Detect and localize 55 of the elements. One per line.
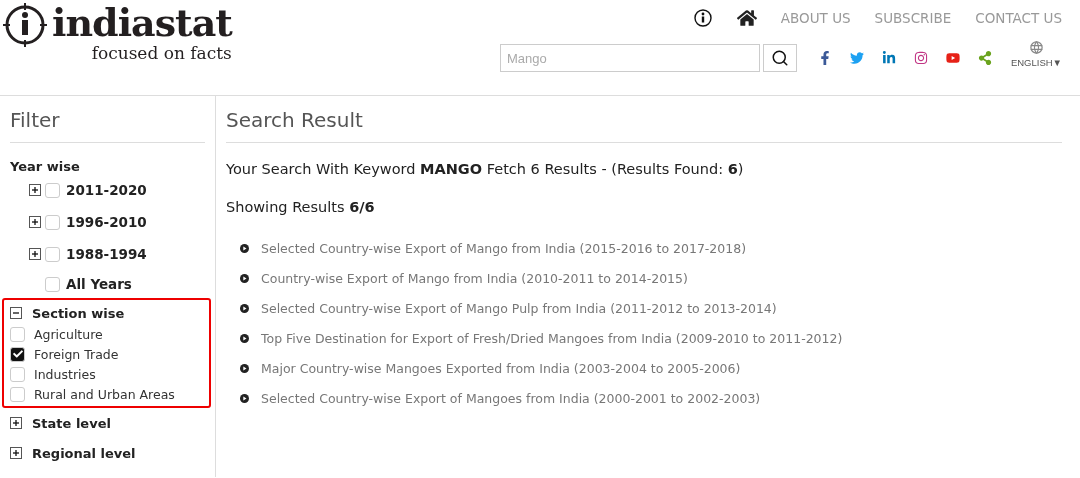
checkbox[interactable] xyxy=(45,276,60,292)
logo-text: indiastat xyxy=(52,2,232,44)
search-field[interactable]: Mango xyxy=(499,44,760,72)
bullet-icon xyxy=(240,393,249,403)
bullet-icon xyxy=(240,243,249,253)
filter-heading: State level xyxy=(32,415,111,431)
result-link[interactable]: Major Country-wise Mangoes Exported from India (2003-2004 to 2005-2006) xyxy=(261,360,741,376)
checkbox[interactable] xyxy=(10,366,25,382)
checkbox-label: Industries xyxy=(34,366,96,382)
result-link[interactable]: Country-wise Export of Mango from India (2010-2011 to 2014-2015) xyxy=(261,270,688,286)
nav-link[interactable]: ABOUT US xyxy=(780,10,851,26)
expand-icon[interactable] xyxy=(29,248,41,260)
filter-heading: Section wise xyxy=(32,305,125,321)
bullet-icon xyxy=(240,363,249,373)
expand-icon[interactable] xyxy=(10,417,22,429)
globe-icon xyxy=(1028,40,1044,55)
bullet-icon xyxy=(240,303,249,313)
collapse-icon[interactable] xyxy=(10,307,22,319)
filter-heading: Year wise xyxy=(10,159,81,174)
checkbox-label: Foreign Trade xyxy=(34,346,119,362)
checkbox[interactable] xyxy=(45,214,60,230)
language-selector[interactable]: ENGLISH▼ xyxy=(1010,57,1062,68)
result-link[interactable]: Selected Country-wise Export of Mango from India (2015-2016 to 2017-2018) xyxy=(261,240,747,256)
year-label: 1996-2010 xyxy=(66,214,147,230)
checkbox-label: Agriculture xyxy=(34,326,103,342)
results-count: Showing Results 6/6 xyxy=(226,199,376,215)
checkbox-label: Rural and Urban Areas xyxy=(34,386,175,402)
home-icon[interactable] xyxy=(736,8,757,28)
year-label: All Years xyxy=(66,276,132,292)
tagline: focused on facts xyxy=(91,44,232,62)
checkbox[interactable] xyxy=(10,346,25,362)
result-link[interactable]: Top Five Destination for Export of Fresh/Dried Mangoes from India (2009-2010 to 2011-2012) xyxy=(261,330,843,346)
expand-icon[interactable] xyxy=(29,216,41,228)
checkbox[interactable] xyxy=(45,246,60,262)
expand-icon[interactable] xyxy=(10,447,22,459)
info-icon[interactable] xyxy=(692,8,713,28)
checkbox[interactable] xyxy=(10,326,25,342)
bullet-icon xyxy=(240,333,249,343)
year-label: 2011-2020 xyxy=(66,182,147,198)
result-link[interactable]: Selected Country-wise Export of Mango Pulp from India (2011-2012 to 2013-2014) xyxy=(261,300,777,316)
search-icon xyxy=(770,49,789,67)
result-link[interactable]: Selected Country-wise Export of Mangoes from India (2000-2001 to 2002-2003) xyxy=(261,390,761,406)
checkbox[interactable] xyxy=(10,386,25,402)
logo-icon xyxy=(2,2,48,48)
results-title: Search Result xyxy=(226,108,1062,143)
nav-link[interactable]: CONTACT US xyxy=(975,10,1062,26)
filter-heading: Regional level xyxy=(32,445,136,461)
nav-link[interactable]: SUBSCRIBE xyxy=(874,10,952,26)
filter-title: Filter xyxy=(10,108,205,143)
search-summary: Your Search With Keyword MANGO Fetch 6 Results - (Results Found: 6) xyxy=(226,161,745,177)
bullet-icon xyxy=(240,273,249,283)
expand-icon[interactable] xyxy=(29,184,41,196)
search-button[interactable] xyxy=(762,44,797,72)
year-label: 1988-1994 xyxy=(66,246,147,262)
checkbox[interactable] xyxy=(45,182,60,198)
